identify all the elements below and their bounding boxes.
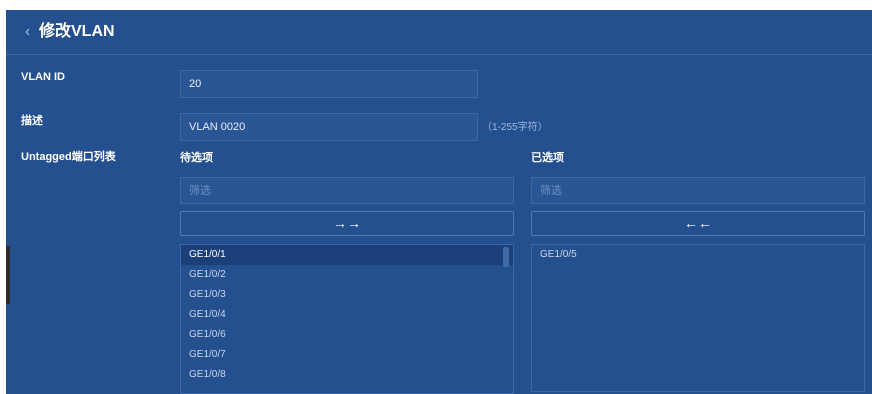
- available-column-title: 待选项: [180, 152, 213, 164]
- move-to-available-button[interactable]: ←←: [531, 211, 865, 236]
- untagged-port-list-label: Untagged端口列表: [21, 151, 116, 163]
- port-list-item[interactable]: GE1/0/6: [181, 325, 513, 345]
- port-list-item[interactable]: GE1/0/5: [532, 245, 864, 265]
- description-label: 描述: [21, 115, 43, 127]
- vlan-id-label: VLAN ID: [21, 71, 65, 83]
- back-chevron-icon[interactable]: ‹: [25, 23, 30, 41]
- port-list-item[interactable]: GE1/0/8: [181, 365, 513, 385]
- port-list-item[interactable]: GE1/0/1: [181, 245, 513, 265]
- selected-ports-list[interactable]: GE1/0/5: [531, 244, 865, 392]
- page-title: 修改VLAN: [39, 23, 115, 40]
- port-list-item[interactable]: GE1/0/4: [181, 305, 513, 325]
- port-list-item[interactable]: GE1/0/3: [181, 285, 513, 305]
- port-list-item[interactable]: GE1/0/2: [181, 265, 513, 285]
- selected-column-title: 已选项: [531, 152, 564, 164]
- description-length-hint: （1-255字符）: [482, 122, 548, 133]
- vlan-id-input[interactable]: [180, 70, 478, 98]
- panel-header: ‹ 修改VLAN: [6, 10, 872, 55]
- available-ports-list[interactable]: GE1/0/1 GE1/0/2 GE1/0/3 GE1/0/4 GE1/0/6 GE1/0…: [180, 244, 514, 394]
- edit-vlan-panel: ‹ 修改VLAN VLAN ID 描述 （1-255字符） Untagged端口…: [6, 10, 872, 394]
- available-filter-input[interactable]: [180, 177, 514, 204]
- available-list-scrollbar[interactable]: [503, 247, 509, 267]
- selected-filter-input[interactable]: [531, 177, 865, 204]
- description-input[interactable]: [180, 113, 478, 141]
- move-to-selected-button[interactable]: →→: [180, 211, 514, 236]
- left-edge-divider: [6, 246, 10, 304]
- port-list-item[interactable]: GE1/0/7: [181, 345, 513, 365]
